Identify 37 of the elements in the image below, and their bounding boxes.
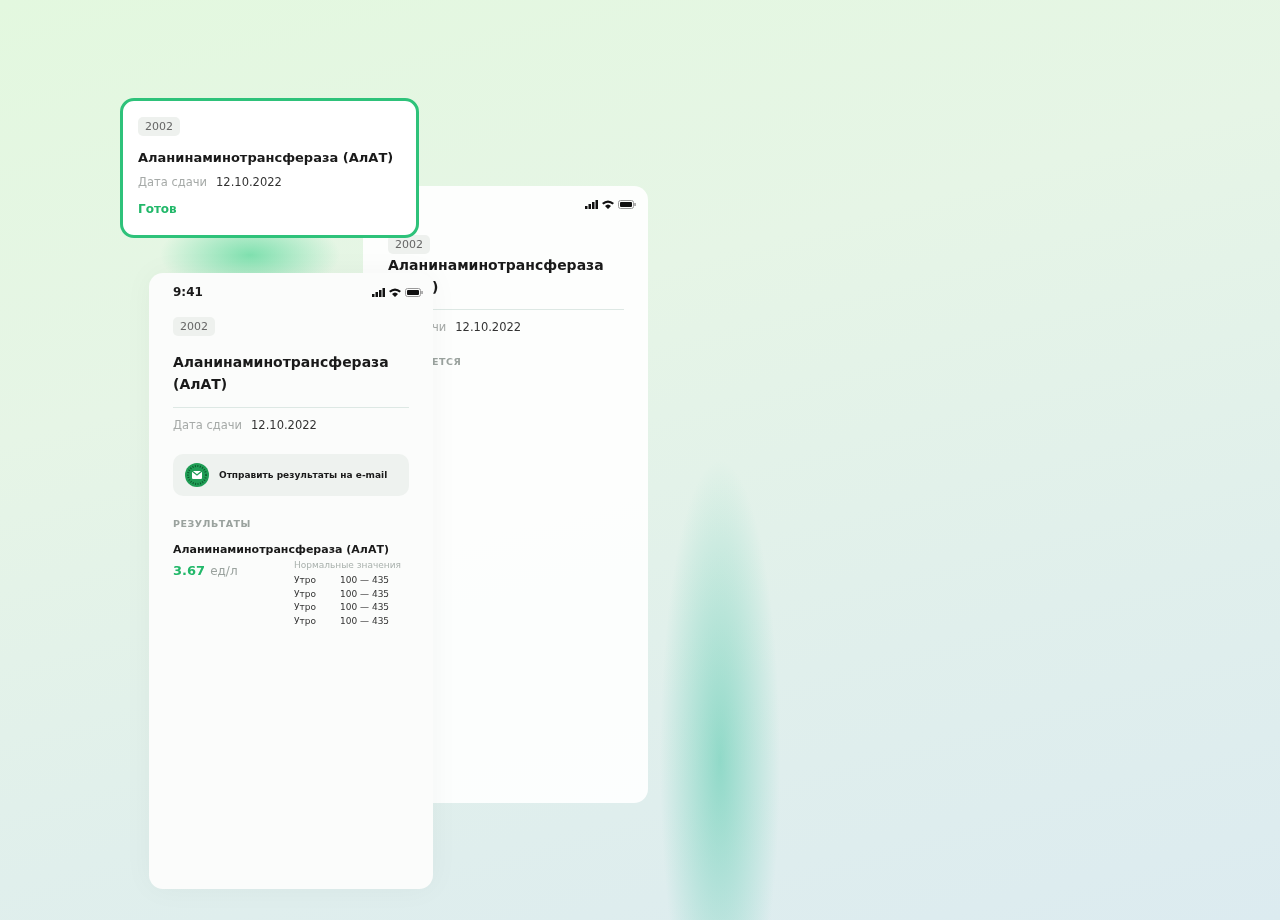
envelope-icon: [185, 463, 209, 487]
norms-heading: Нормальные значения: [294, 560, 401, 570]
send-email-button[interactable]: Отправить результаты на e-mail: [173, 454, 409, 496]
result-name: Аланинаминотрансфераза (АлАТ): [173, 543, 389, 556]
date-value: 12.10.2022: [251, 418, 317, 432]
signal-icon: [585, 200, 598, 209]
status-label: ЕТСЯ: [432, 356, 462, 367]
wifi-icon: [389, 287, 401, 297]
status-label: Готов: [138, 202, 177, 216]
date-label: Дата сдачи: [138, 175, 208, 189]
norm-range: 100 — 435: [340, 614, 390, 628]
test-title: Аланинаминотрансфераза: [388, 257, 604, 273]
results-heading: РЕЗУЛЬТАТЫ: [173, 518, 251, 529]
battery-icon: [618, 200, 636, 209]
date-value: 12.10.2022: [216, 175, 282, 189]
order-number-tag: 2002: [173, 317, 215, 336]
norm-period: Утро: [294, 601, 317, 614]
order-number-tag: 2002: [138, 117, 180, 136]
status-time: 9:41: [173, 285, 203, 299]
battery-icon: [405, 287, 423, 297]
norm-period: Утро: [294, 614, 317, 628]
wifi-icon: [602, 200, 614, 209]
test-title-end: ): [432, 279, 439, 295]
norm-range: 100 — 435: [340, 587, 390, 601]
norm-range: 100 — 435: [340, 601, 390, 614]
date-label: чи: [432, 320, 447, 334]
date-value: 12.10.2022: [455, 320, 522, 334]
norm-range: 100 — 435: [340, 574, 390, 587]
test-title: Аланинаминотрансфераза (АлАТ): [173, 353, 390, 394]
test-card[interactable]: 2002 Аланинаминотрансфераза (АлАТ) Дата сдачи 12.10.2022 Готов: [120, 98, 419, 238]
norm-period: Утро: [294, 587, 317, 601]
signal-icon: [372, 287, 385, 297]
result-unit: ед/л: [210, 564, 238, 578]
norm-period: Утро: [294, 574, 317, 587]
test-title: Аланинаминотрансфераза (АлАТ): [138, 150, 394, 165]
result-value: 3.67: [173, 563, 206, 578]
date-label: Дата сдачи: [173, 418, 243, 432]
